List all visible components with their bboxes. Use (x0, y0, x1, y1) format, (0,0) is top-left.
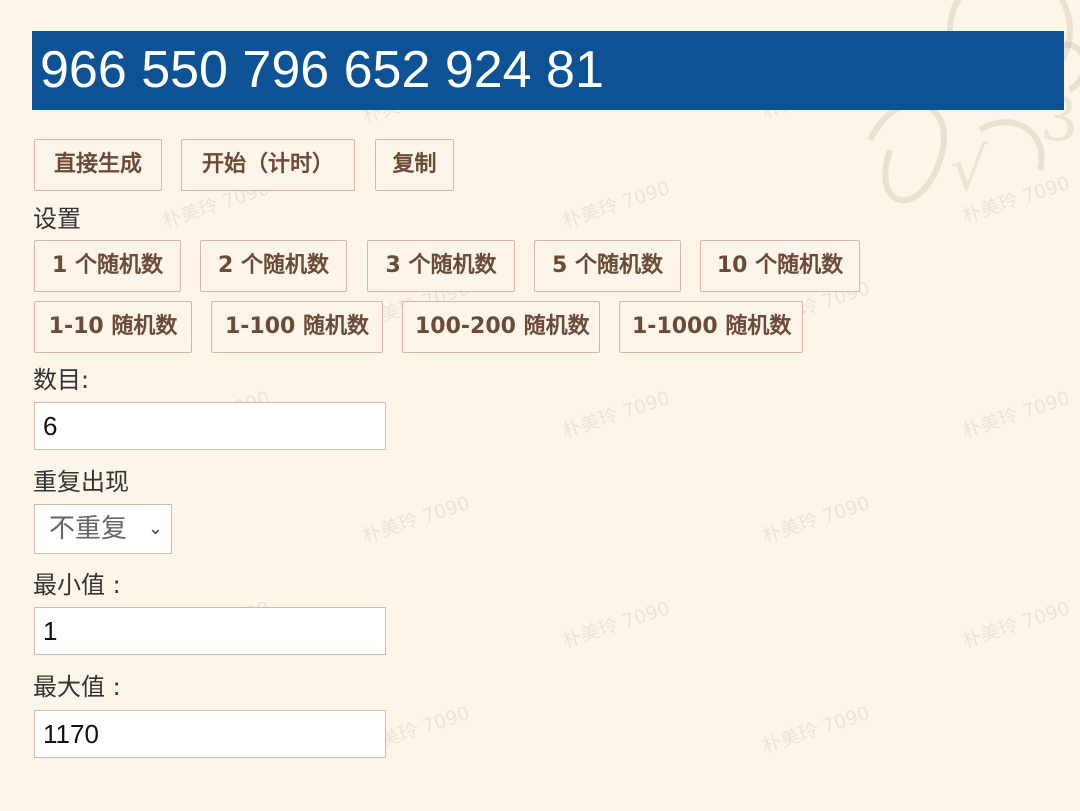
settings-heading: 设置 (33, 205, 81, 233)
page: √ 3 × 朴美玲 7090 朴美玲 7090 朴美玲 7090 朴美玲 709… (0, 0, 1080, 811)
repeat-select[interactable]: 不重复 ⌄ (34, 504, 172, 554)
chevron-down-icon: ⌄ (147, 518, 163, 539)
preset-2-random-button[interactable]: 2 个随机数 (200, 240, 347, 292)
preset-1-random-button[interactable]: 1 个随机数 (34, 240, 181, 292)
copy-button[interactable]: 复制 (375, 139, 454, 191)
preset-range-1-100-button[interactable]: 1-100 随机数 (211, 301, 383, 353)
max-label: 最大值 : (33, 673, 121, 701)
preset-5-random-button[interactable]: 5 个随机数 (534, 240, 681, 292)
min-input[interactable]: 1 (34, 607, 386, 655)
max-input[interactable]: 1170 (34, 710, 386, 758)
svg-text:√: √ (950, 135, 989, 205)
repeat-label: 重复出现 (33, 468, 129, 496)
count-input[interactable]: 6 (34, 402, 386, 450)
preset-range-1-1000-button[interactable]: 1-1000 随机数 (619, 301, 803, 353)
repeat-select-value: 不重复 (49, 514, 128, 544)
preset-10-random-button[interactable]: 10 个随机数 (700, 240, 860, 292)
preset-range-100-200-button[interactable]: 100-200 随机数 (402, 301, 600, 353)
min-label: 最小值 : (33, 571, 121, 599)
start-timed-button[interactable]: 开始（计时） (181, 139, 355, 191)
count-label: 数目: (33, 366, 90, 394)
preset-3-random-button[interactable]: 3 个随机数 (367, 240, 515, 292)
preset-range-1-10-button[interactable]: 1-10 随机数 (34, 301, 192, 353)
generate-button[interactable]: 直接生成 (34, 139, 162, 191)
result-display: 966 550 796 652 924 81 (32, 31, 1064, 110)
